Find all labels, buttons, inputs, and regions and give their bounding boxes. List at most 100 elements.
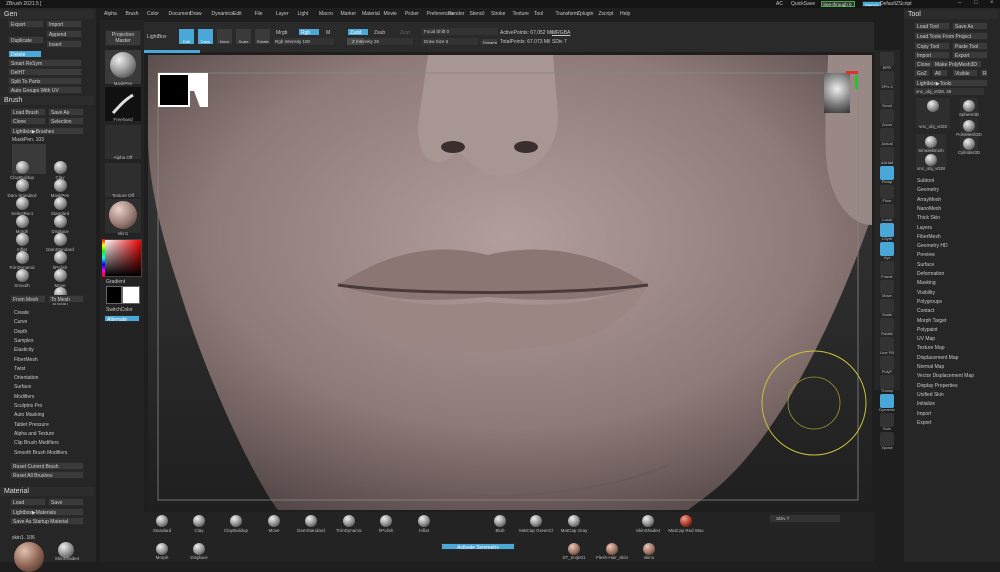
- menu-draw[interactable]: Draw: [190, 11, 202, 17]
- tool-menu-22[interactable]: Display Properties: [917, 383, 958, 389]
- gen-button-9[interactable]: Auto Groups With UV: [8, 86, 82, 94]
- sdiv-slider[interactable]: SDiv 7: [770, 515, 840, 522]
- bottom-brush-icon-13[interactable]: [680, 515, 692, 527]
- tool-button-0[interactable]: Load Tool: [914, 22, 950, 30]
- menu-dynamics[interactable]: Dynamics: [212, 11, 234, 17]
- menu-transform[interactable]: Transform: [556, 11, 579, 17]
- brush-icon-12[interactable]: [16, 251, 29, 264]
- strip-scale-icon[interactable]: [880, 299, 894, 313]
- bottom-brush-icon-9[interactable]: [530, 515, 542, 527]
- tool-menu-26[interactable]: Export: [917, 420, 931, 426]
- tool-menu-15[interactable]: Morph Target: [917, 318, 946, 324]
- bottom-brush-icon-4[interactable]: [305, 515, 317, 527]
- bottom-row2-icon-0[interactable]: [156, 543, 168, 555]
- brush-icon-6[interactable]: [16, 197, 29, 210]
- menu-brush[interactable]: Brush: [126, 11, 139, 17]
- zsub-button[interactable]: Zsub: [374, 30, 385, 36]
- brush-icon-11[interactable]: [54, 251, 67, 264]
- hue-strip[interactable]: [102, 239, 105, 277]
- zcut-button[interactable]: Zcut: [400, 30, 410, 36]
- brush-menu-14[interactable]: Clip Brush Modifiers: [14, 440, 59, 446]
- gen-button-3[interactable]: Append: [46, 30, 82, 38]
- zadd-button[interactable]: Zadd: [347, 28, 369, 36]
- mrgb-button[interactable]: Mrgb: [276, 30, 287, 36]
- tool-menu-13[interactable]: Polygroups: [917, 299, 942, 305]
- menu-stroke[interactable]: Stroke: [491, 11, 505, 17]
- m-button[interactable]: M: [326, 30, 330, 36]
- strip-aahalf-icon[interactable]: [880, 147, 894, 161]
- menu-texture[interactable]: Texture: [513, 11, 529, 17]
- tool-menu-5[interactable]: Layers: [917, 225, 932, 231]
- texture-thumb[interactable]: [105, 163, 141, 197]
- brush-button-0[interactable]: Load Brush: [10, 108, 46, 116]
- menu-light[interactable]: Light: [298, 11, 309, 17]
- tool-button-3[interactable]: Copy Tool: [914, 42, 950, 50]
- gen-button-5[interactable]: Delete: [8, 50, 42, 58]
- bottom-brush-icon-2[interactable]: [230, 515, 242, 527]
- brush-menu-8[interactable]: Surface: [14, 384, 31, 390]
- menu-render[interactable]: Render: [448, 11, 464, 17]
- brush-icon-3[interactable]: [54, 179, 67, 192]
- bottom-brush-icon-10[interactable]: [568, 515, 580, 527]
- activate-symmetry-button[interactable]: Activate Symmetry: [441, 543, 515, 550]
- maximize-icon[interactable]: □: [974, 0, 978, 6]
- brush-reset-1[interactable]: Reset All Brushes: [10, 471, 84, 479]
- stroke-thumb[interactable]: [105, 87, 141, 121]
- menu-tool[interactable]: Tool: [534, 11, 543, 17]
- tool-menu-9[interactable]: Surface: [917, 262, 934, 268]
- menu-document[interactable]: Document: [169, 11, 192, 17]
- focal-shift-slider[interactable]: Focal Shift 0: [422, 28, 498, 35]
- menu-marker[interactable]: Marker: [341, 11, 357, 17]
- tool-button-5[interactable]: Import: [914, 51, 950, 59]
- bottom-brush-icon-0[interactable]: [156, 515, 168, 527]
- brush-menu-5[interactable]: FiberMesh: [14, 357, 38, 363]
- brush-menu-9[interactable]: Modifiers: [14, 394, 34, 400]
- brush-menu-3[interactable]: Samples: [14, 338, 33, 344]
- brush-menu-4[interactable]: Elasticity: [14, 347, 34, 353]
- navigation-head-icon[interactable]: [824, 73, 850, 113]
- tool-button-9[interactable]: GoZ: [914, 69, 930, 77]
- tool-menu-0[interactable]: Subtool: [917, 178, 934, 184]
- lightbox-button[interactable]: LightBox: [147, 34, 166, 40]
- tool-button-2[interactable]: Load Tools From Project: [914, 32, 988, 40]
- brush-icon-1[interactable]: [54, 161, 67, 174]
- rgb-button[interactable]: Rgb: [298, 28, 320, 36]
- menu-macro[interactable]: Macro: [319, 11, 333, 17]
- close-icon[interactable]: ×: [990, 0, 994, 6]
- tool-menu-10[interactable]: Deformation: [917, 271, 944, 277]
- material-thumb[interactable]: [105, 199, 141, 233]
- color-swatch-secondary[interactable]: [122, 286, 140, 304]
- tool-menu-23[interactable]: Unified Skin: [917, 392, 944, 398]
- bottom-brush-icon-1[interactable]: [193, 515, 205, 527]
- bottom-row2-icon-4[interactable]: [643, 543, 655, 555]
- rgb-intensity-slider[interactable]: Rgb Intensity 100: [274, 38, 334, 45]
- tool-menu-14[interactable]: Contact: [917, 308, 934, 314]
- tool-menu-4[interactable]: Thick Skin: [917, 215, 940, 221]
- brush-extra-0[interactable]: From Mesh: [10, 295, 46, 303]
- gen-header[interactable]: Gen: [0, 10, 94, 19]
- alternate-button[interactable]: Alternate: [104, 315, 140, 322]
- gen-button-0[interactable]: Export: [8, 20, 44, 28]
- strip-transp-icon[interactable]: [880, 375, 894, 389]
- bottom-brush-icon-8[interactable]: [494, 515, 506, 527]
- strip-lsym-icon[interactable]: [880, 223, 894, 237]
- menu-layer[interactable]: Layer: [276, 11, 289, 17]
- gen-button-8[interactable]: DelHT: [8, 68, 82, 76]
- tool-button-6[interactable]: Export: [952, 51, 988, 59]
- strip-move-icon[interactable]: [880, 280, 894, 294]
- strip-bpr-icon[interactable]: [880, 52, 894, 66]
- tool-button-10[interactable]: All: [932, 69, 948, 77]
- bottom-brush-icon-11[interactable]: [642, 515, 654, 527]
- brush-menu-1[interactable]: Curve: [14, 319, 27, 325]
- mode-draw-button[interactable]: Draw: [197, 28, 214, 45]
- brush-menu-2[interactable]: Depth: [14, 329, 27, 335]
- strip-solo-icon[interactable]: [880, 413, 894, 427]
- menu-zscript[interactable]: Zscript: [599, 11, 614, 17]
- alpha-thumb[interactable]: [105, 125, 141, 159]
- tool-menu-11[interactable]: Masking: [917, 280, 936, 286]
- brush-menu-15[interactable]: Smooth Brush Modifiers: [14, 450, 67, 456]
- bottom-row2-icon-2[interactable]: [568, 543, 580, 555]
- brush-icon-10[interactable]: [16, 233, 29, 246]
- bottom-brush-icon-6[interactable]: [380, 515, 392, 527]
- brush-icon-9[interactable]: [54, 233, 67, 246]
